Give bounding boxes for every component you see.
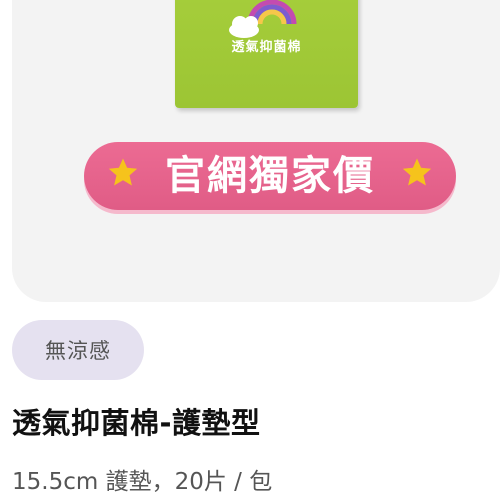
feature-tag: 無涼感: [12, 320, 144, 380]
star-icon: [402, 158, 432, 186]
promo-banner: 官網獨家價: [84, 142, 456, 210]
product-spec: 15.5cm 護墊，20片 / 包: [12, 469, 273, 495]
product-image-panel[interactable]: 透氣抑菌棉 官網獨家價: [12, 0, 500, 302]
product-package-image: 透氣抑菌棉: [175, 0, 358, 108]
package-label: 透氣抑菌棉: [231, 40, 302, 55]
promo-label: 官網獨家價: [165, 153, 375, 199]
rainbow-cloud-icon: [229, 0, 297, 38]
product-card[interactable]: 透氣抑菌棉 官網獨家價 無涼感 透氣抑菌棉-護墊型 15.5cm 護墊，20片 …: [0, 0, 500, 500]
product-title[interactable]: 透氣抑菌棉-護墊型: [12, 400, 261, 442]
star-icon: [108, 158, 138, 186]
